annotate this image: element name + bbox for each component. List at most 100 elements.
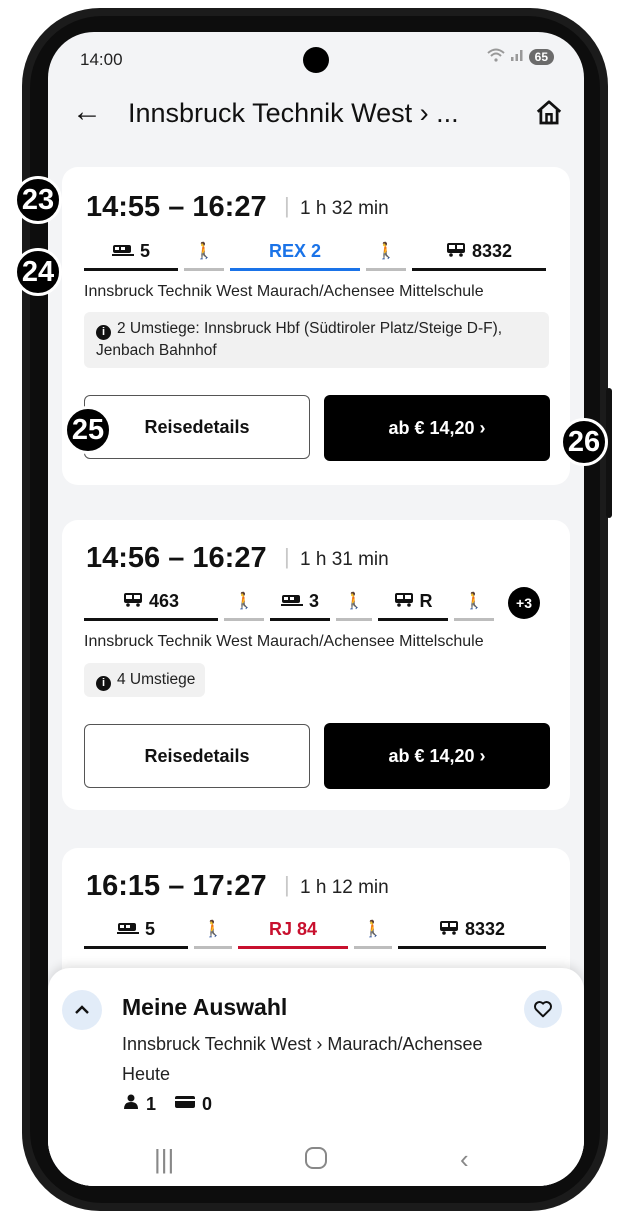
walk-bar — [454, 618, 494, 621]
discount-card-icon — [174, 1094, 196, 1115]
status-time: 14:00 — [80, 50, 123, 69]
back-nav-icon[interactable]: ‹ — [460, 1144, 469, 1175]
departure-time: 14:56 — [86, 542, 161, 574]
separator: | — [284, 193, 290, 218]
price-button[interactable]: ab € 14,20 › — [324, 395, 550, 461]
walk-bar — [366, 268, 406, 271]
arrival-time: 17:27 — [192, 870, 267, 902]
walk-bar — [336, 618, 372, 621]
heart-icon[interactable] — [524, 990, 562, 1028]
leg-bar — [84, 618, 218, 621]
home-icon[interactable] — [534, 98, 564, 128]
leg-bus-463: 463 — [84, 586, 218, 621]
connection-times: 14:56 – 16:27 — [86, 542, 267, 574]
top-app-bar: ← Innsbruck Technik West › ... — [48, 84, 584, 144]
leg-bar — [378, 618, 448, 621]
leg-tram-3: 3 — [270, 586, 330, 621]
bus-icon — [439, 919, 459, 940]
leg-bar — [230, 268, 360, 271]
front-camera — [303, 47, 329, 73]
sheet-title: Meine Auswahl — [122, 994, 288, 1020]
departure-time: 16:15 — [86, 870, 161, 902]
walk-segment: 🚶 — [454, 586, 494, 621]
leg-bus-8332: 8332 — [412, 236, 546, 271]
connection-card-1[interactable]: 14:55 – 16:27 | 1 h 32 min 5 🚶 REX 2 🚶 8… — [62, 167, 570, 485]
annotation-marker-26: 26 — [560, 418, 608, 466]
tram-icon — [116, 919, 139, 940]
passenger-summary: 1 0 — [122, 1094, 212, 1115]
trip-details-button[interactable]: Reisedetails — [84, 724, 310, 788]
leg-label: 463 — [148, 590, 180, 611]
walk-segment: 🚶 — [184, 236, 224, 271]
trip-duration: 1 h 12 min — [300, 877, 389, 898]
annotation-marker-25: 25 — [64, 406, 112, 454]
departure-time: 14:55 — [86, 191, 161, 223]
recent-apps-icon[interactable]: ||| — [154, 1144, 174, 1175]
tram-icon — [280, 591, 303, 612]
chevron-up-icon[interactable] — [62, 990, 102, 1030]
walk-bar — [184, 268, 224, 271]
status-bar: 14:00 65 — [48, 32, 584, 82]
leg-label: 3 — [308, 590, 319, 611]
walk-bar — [194, 946, 232, 949]
arrival-time: 16:27 — [192, 542, 267, 574]
walk-segment: 🚶 — [354, 914, 392, 949]
leg-label: 8332 — [464, 918, 506, 939]
bus-icon — [123, 591, 143, 612]
transfer-info-text: 4 Umstiege — [117, 671, 196, 688]
back-arrow-icon[interactable]: ← — [72, 94, 102, 130]
leg-label: 8332 — [471, 240, 513, 261]
annotation-marker-23: 23 — [14, 176, 62, 224]
leg-bus-8332: 8332 — [398, 914, 546, 949]
discount-card-count: 0 — [202, 1094, 213, 1114]
separator: | — [284, 544, 290, 569]
info-icon: i — [96, 325, 111, 340]
transfer-info: i2 Umstiege: Innsbruck Hbf (Südtiroler P… — [84, 312, 549, 368]
phone-screen: 14:00 65 ← Innsbruck Technik West › ... … — [48, 32, 584, 1186]
walk-segment: 🚶 — [224, 586, 264, 621]
trip-duration: 1 h 32 min — [300, 198, 389, 219]
walk-segment: 🚶 — [194, 914, 232, 949]
home-nav-icon[interactable] — [304, 1146, 328, 1177]
bus-icon — [394, 591, 414, 612]
annotation-marker-24: 24 — [14, 248, 62, 296]
volume-button — [606, 388, 612, 518]
arrival-time: 16:27 — [192, 191, 267, 223]
trip-details-button[interactable]: Reisedetails — [84, 395, 310, 459]
leg-label: 5 — [139, 240, 150, 261]
leg-label: R — [419, 590, 433, 611]
selected-date: Heute — [122, 1064, 171, 1084]
leg-train-rj84: RJ 84 — [238, 914, 348, 949]
leg-bar — [398, 946, 546, 949]
passenger-count: 1 — [146, 1094, 157, 1114]
wifi-icon — [486, 48, 505, 65]
stop-names: Innsbruck Technik West Maurach/Achensee … — [84, 283, 484, 300]
leg-label: REX 2 — [268, 240, 322, 261]
person-icon — [122, 1094, 140, 1115]
leg-bus-r: R — [378, 586, 448, 621]
bus-icon — [446, 241, 466, 262]
price-button[interactable]: ab € 14,20 › — [324, 723, 550, 789]
separator: | — [284, 872, 290, 897]
connection-times: 16:15 – 17:27 — [86, 870, 267, 902]
walk-segment: 🚶 — [336, 586, 372, 621]
leg-bar — [84, 946, 188, 949]
leg-tram-5: 5 — [84, 914, 188, 949]
walk-bar — [354, 946, 392, 949]
info-icon: i — [96, 676, 111, 691]
transfer-info-text: 2 Umstiege: Innsbruck Hbf (Südtiroler Pl… — [96, 320, 503, 359]
stop-names: Innsbruck Technik West Maurach/Achensee … — [84, 633, 484, 650]
bus-icon — [111, 241, 134, 262]
selected-route: Innsbruck Technik West › Maurach/Achense… — [122, 1034, 483, 1054]
transfer-info: i 4 Umstiege — [84, 663, 206, 697]
leg-bar — [270, 618, 330, 621]
walk-segment: 🚶 — [366, 236, 406, 271]
more-legs-badge: +3 — [508, 587, 540, 619]
leg-bar — [238, 946, 348, 949]
leg-train-rex2: REX 2 — [230, 236, 360, 271]
leg-label: RJ 84 — [268, 918, 318, 939]
connection-card-2[interactable]: 14:56 – 16:27 | 1 h 31 min 463 🚶 3 🚶 R 🚶… — [62, 520, 570, 810]
walk-bar — [224, 618, 264, 621]
leg-label: 5 — [144, 918, 155, 939]
leg-bar — [84, 268, 178, 271]
